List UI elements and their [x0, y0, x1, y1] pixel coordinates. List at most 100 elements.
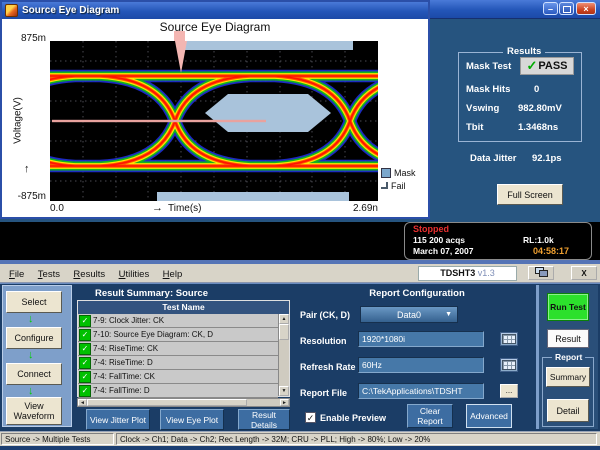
status-bar: Source -> Multiple Tests Clock -> Ch1; D… [0, 431, 600, 446]
app-name: TDSHT3 [440, 268, 475, 278]
status-bar-left: Source -> Multiple Tests [1, 433, 114, 445]
eye-window-content: Source Eye Diagram 875m -875m Voltage(V)… [2, 19, 428, 217]
horizontal-scrollbar[interactable]: ◄ ► [77, 398, 290, 407]
scroll-up-icon[interactable]: ▲ [279, 314, 289, 324]
select-button[interactable]: Select [6, 291, 62, 313]
y-axis-title: Voltage(V) [13, 71, 24, 171]
mask-legend-label: Mask [394, 168, 416, 178]
pass-check-icon: ✓ [79, 371, 91, 383]
plot-title: Source Eye Diagram [2, 20, 428, 34]
enable-preview-label: Enable Preview [320, 413, 386, 423]
workflow-arrow-icon: ↓ [28, 314, 34, 325]
hide-app-button[interactable] [528, 266, 554, 280]
tbit-label: Tbit [466, 122, 483, 133]
bottom-edge [0, 446, 600, 450]
advanced-button[interactable]: Advanced [466, 404, 512, 428]
application-icon [5, 4, 18, 17]
app-version: v1.3 [478, 268, 495, 278]
view-eye-plot-button[interactable]: View Eye Plot [160, 409, 224, 430]
summary-button[interactable]: Summary [546, 367, 590, 387]
refresh-rate-keypad-button[interactable] [500, 358, 518, 372]
menu-file[interactable]: File [9, 269, 24, 280]
data-jitter-value: 92.1ps [532, 153, 562, 164]
result-details-button[interactable]: Result Details [238, 409, 290, 430]
status-time: 04:58:17 [533, 246, 569, 256]
table-row[interactable]: ✓7-4: FallTime: CK [78, 370, 278, 384]
menu-utilities[interactable]: Utilities [119, 269, 150, 280]
view-waveform-button[interactable]: View Waveform [6, 397, 62, 425]
table-row[interactable]: ✓7-4: RiseTime: D [78, 356, 278, 370]
hide-app-icon [535, 267, 547, 276]
workflow-arrow-icon: ↓ [28, 386, 34, 397]
result-summary-table: Test Name ✓7-9: Clock Jitter: CK ✓7-10: … [77, 300, 290, 397]
mask-test-label: Mask Test [466, 61, 511, 72]
scrollbar-thumb[interactable] [279, 324, 289, 340]
detail-button[interactable]: Detail [547, 399, 589, 422]
tbit-value: 1.3468ns [518, 122, 558, 133]
report-group-label: Report [552, 352, 585, 362]
mask-hits-value: 0 [534, 84, 539, 95]
screen: – × Results Mask Test ✓ PASS Mask Hits 0… [0, 0, 600, 450]
menu-tests[interactable]: Tests [38, 269, 60, 280]
pass-text: PASS [538, 60, 567, 72]
minimize-button[interactable]: – [543, 2, 558, 15]
browse-button[interactable]: ... [500, 384, 518, 398]
clear-report-button[interactable]: Clear Report [407, 404, 453, 428]
vswing-label: Vswing [466, 103, 499, 114]
x-axis-title: Time(s) [168, 203, 202, 214]
app-close-button[interactable]: X [571, 266, 597, 280]
pass-check-icon: ✓ [79, 329, 91, 341]
pass-check-icon: ✓ [79, 315, 91, 327]
acquisition-status-box: Stopped 115 200 acqs RL:1.0k March 07, 2… [404, 222, 592, 260]
enable-preview-checkbox[interactable]: ✓ [305, 412, 316, 423]
fail-legend-label: Fail [391, 181, 406, 191]
plot-legend: Mask Fail [381, 166, 416, 192]
y-axis-arrow-icon: ↑ [24, 163, 30, 175]
run-test-button[interactable]: Run Test [547, 293, 589, 321]
table-header-test-name: Test Name [78, 301, 289, 314]
table-row[interactable]: ✓7-4: FallTime: D [78, 384, 278, 398]
report-file-input[interactable]: C:\TekApplications\TDSHT [358, 383, 484, 399]
eye-window-titlebar[interactable]: Source Eye Diagram [2, 2, 428, 19]
x-axis-end-label: 2.69n [328, 203, 378, 214]
result-button[interactable]: Result [547, 329, 589, 348]
scroll-down-icon[interactable]: ▼ [279, 386, 289, 396]
x-axis-arrow-icon: → [152, 202, 163, 214]
pass-check-icon: ✓ [526, 58, 537, 74]
table-row[interactable]: ✓7-9: Clock Jitter: CK [78, 314, 278, 328]
mask-hits-label: Mask Hits [466, 84, 510, 95]
close-icon: × [583, 4, 588, 14]
scroll-left-icon[interactable]: ◄ [78, 399, 87, 406]
eye-diagram-window: Source Eye Diagram Source Eye Diagram 87… [0, 0, 430, 219]
resolution-keypad-button[interactable] [500, 332, 518, 346]
acquisition-count: 115 200 acqs [413, 235, 465, 245]
report-configuration-title: Report Configuration [297, 288, 537, 299]
view-jitter-plot-button[interactable]: View Jitter Plot [86, 409, 150, 430]
menu-results[interactable]: Results [73, 269, 105, 280]
eye-diagram-plot [50, 41, 378, 201]
data-jitter-label: Data Jitter [470, 153, 516, 164]
close-button[interactable]: × [576, 2, 596, 15]
record-length: RL:1.0k [523, 235, 554, 245]
y-axis-min-label: -875m [2, 191, 46, 202]
minimize-icon: – [548, 4, 553, 14]
table-row[interactable]: ✓7-10: Source Eye Diagram: CK, D [78, 328, 278, 342]
scroll-right-icon[interactable]: ► [280, 399, 289, 406]
vertical-scrollbar[interactable]: ▲ ▼ [278, 314, 289, 396]
refresh-rate-input[interactable]: 60Hz [358, 357, 484, 373]
scrollbar-thumb[interactable] [87, 399, 247, 406]
pair-dropdown[interactable]: Data0 ▼ [360, 306, 458, 323]
menu-help[interactable]: Help [163, 269, 183, 280]
table-row[interactable]: ✓7-4: RiseTime: CK [78, 342, 278, 356]
pass-check-icon: ✓ [79, 343, 91, 355]
result-summary-title: Result Summary: Source [95, 288, 208, 299]
maximize-button[interactable] [559, 2, 574, 15]
report-file-label: Report File [300, 388, 347, 398]
refresh-rate-label: Refresh Rate [300, 362, 356, 372]
configure-button[interactable]: Configure [6, 327, 62, 349]
status-date: March 07, 2007 [413, 246, 473, 256]
full-screen-button[interactable]: Full Screen [497, 184, 563, 205]
connect-button[interactable]: Connect [6, 363, 62, 385]
app-close-icon: X [581, 269, 586, 278]
resolution-input[interactable]: 1920*1080i [358, 331, 484, 347]
